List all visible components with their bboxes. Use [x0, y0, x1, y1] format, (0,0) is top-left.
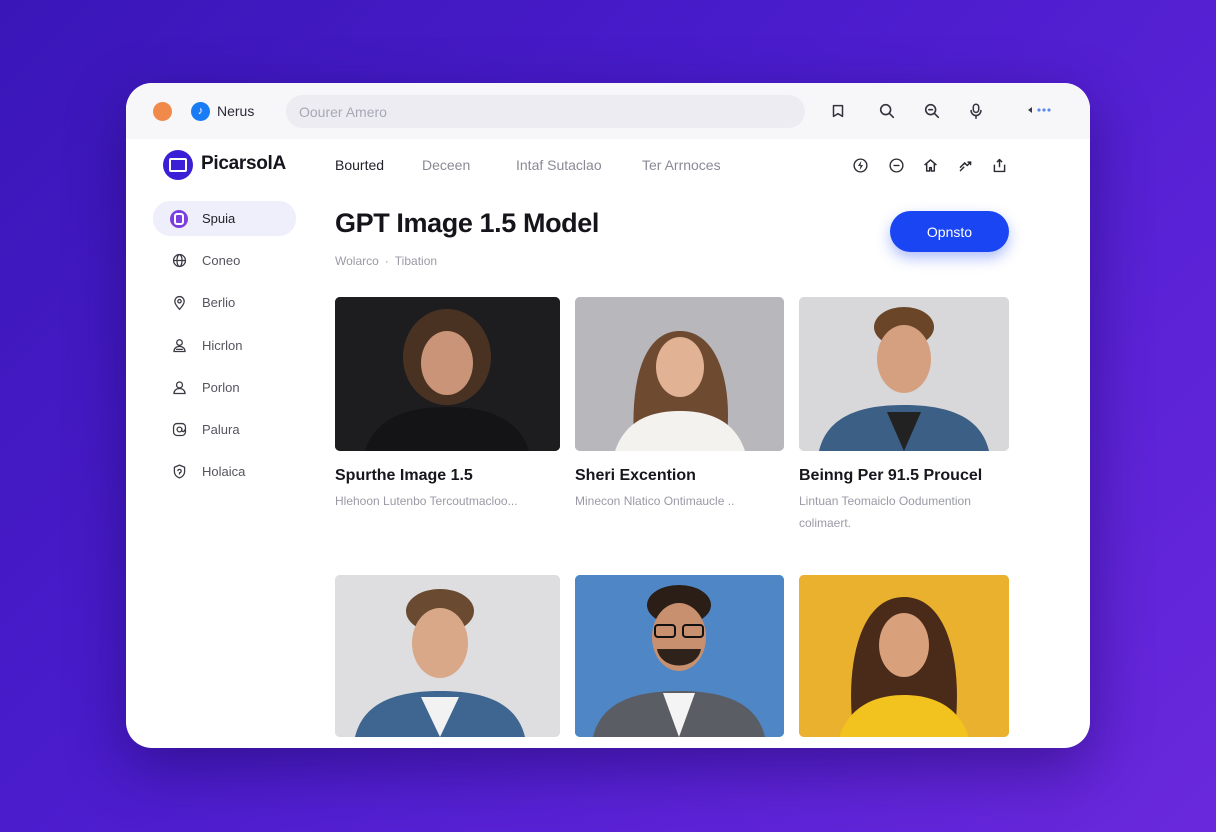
- shield-icon: [170, 463, 188, 481]
- tab-intaf-sutaclao[interactable]: Intaf Sutaclao: [516, 157, 602, 173]
- tab-deceen[interactable]: Deceen: [422, 157, 470, 173]
- bookmark-icon[interactable]: [827, 100, 849, 122]
- upload-icon[interactable]: [989, 155, 1009, 175]
- sidebar-item-label: Hicrlon: [202, 338, 243, 353]
- portrait-placeholder: [799, 575, 1009, 737]
- home-icon[interactable]: [920, 155, 940, 175]
- more-options-icon[interactable]: [1026, 105, 1056, 115]
- browser-toolbar: ♪ Nerus: [126, 83, 1090, 139]
- card-description: Minecon Nlatico Ontimaucle ..: [575, 494, 735, 508]
- meta-separator: ·: [384, 254, 389, 268]
- portrait-placeholder: [575, 297, 784, 451]
- portrait-placeholder: [799, 297, 1009, 451]
- portrait-placeholder: [335, 297, 560, 451]
- sidebar-item-label: Coneo: [202, 253, 241, 268]
- profile-icon: [170, 379, 188, 397]
- zoom-icon[interactable]: [921, 100, 943, 122]
- sidebar-item-coneo[interactable]: Coneo: [153, 243, 296, 278]
- portrait-image-5[interactable]: [575, 575, 784, 737]
- lightning-icon[interactable]: [850, 155, 870, 175]
- app-badge-icon: ♪: [191, 102, 210, 121]
- tab-bourted[interactable]: Bourted: [335, 157, 384, 173]
- sidebar-item-label: Berlio: [202, 295, 236, 310]
- location-pin-icon: [170, 294, 188, 312]
- subtitle-meta: Wolarco · Tibation: [335, 254, 437, 268]
- portrait-image-6[interactable]: [799, 575, 1009, 737]
- sidebar-item-porlon[interactable]: Porlon: [153, 370, 296, 405]
- sidebar-item-label: Porlon: [202, 380, 240, 395]
- user-icon: [170, 337, 188, 355]
- meta-left[interactable]: Wolarco: [335, 254, 379, 268]
- app-name: Nerus: [217, 103, 255, 119]
- globe-icon: [170, 252, 188, 270]
- window-control-dot[interactable]: [153, 102, 172, 121]
- search-icon[interactable]: [876, 100, 898, 122]
- sidebar-item-spuia[interactable]: Spuia: [153, 201, 296, 236]
- sidebar-item-holaica[interactable]: Holaica: [153, 454, 296, 489]
- meta-right[interactable]: Tibation: [395, 254, 437, 268]
- microphone-icon[interactable]: [965, 100, 987, 122]
- minus-circle-icon[interactable]: [886, 155, 906, 175]
- sidebar-item-berlio[interactable]: Berlio: [153, 285, 296, 320]
- portrait-image-1[interactable]: [335, 297, 560, 451]
- portrait-image-4[interactable]: [335, 575, 560, 737]
- portrait-placeholder: [575, 575, 784, 737]
- portrait-placeholder: [335, 575, 560, 737]
- share-icon[interactable]: [955, 155, 975, 175]
- app-window: ♪ Nerus PicarsolA Bourted Deceen Intaf S…: [126, 83, 1090, 748]
- logo-text: PicarsolA: [201, 153, 286, 174]
- page-title: GPT Image 1.5 Model: [335, 208, 599, 238]
- logo-icon: [163, 150, 193, 180]
- card-description: Hlehoon Lutenbo Tercoutmacloo...: [335, 494, 518, 508]
- at-sign-icon: [170, 421, 188, 439]
- card-description: Lintuan Teomaiclo Oodumention colimaert.: [799, 494, 971, 530]
- card-title[interactable]: Sheri Excention: [575, 467, 696, 485]
- sidebar-item-hicrlon[interactable]: Hicrlon: [153, 328, 296, 363]
- card-title[interactable]: Beinng Per 91.5 Proucel: [799, 467, 982, 485]
- sidebar-item-palura[interactable]: Palura: [153, 412, 296, 447]
- primary-action-button[interactable]: Opnsto: [890, 211, 1009, 252]
- lock-badge-icon: [170, 209, 188, 228]
- card-title[interactable]: Spurthe Image 1.5: [335, 467, 473, 485]
- sidebar-item-label: Spuia: [202, 211, 236, 226]
- portrait-image-2[interactable]: [575, 297, 784, 451]
- search-input[interactable]: [286, 95, 805, 128]
- tab-ter-arrnoces[interactable]: Ter Arrnoces: [642, 157, 721, 173]
- sidebar-item-label: Holaica: [202, 464, 246, 479]
- portrait-image-3[interactable]: [799, 297, 1009, 451]
- sidebar-item-label: Palura: [202, 422, 240, 437]
